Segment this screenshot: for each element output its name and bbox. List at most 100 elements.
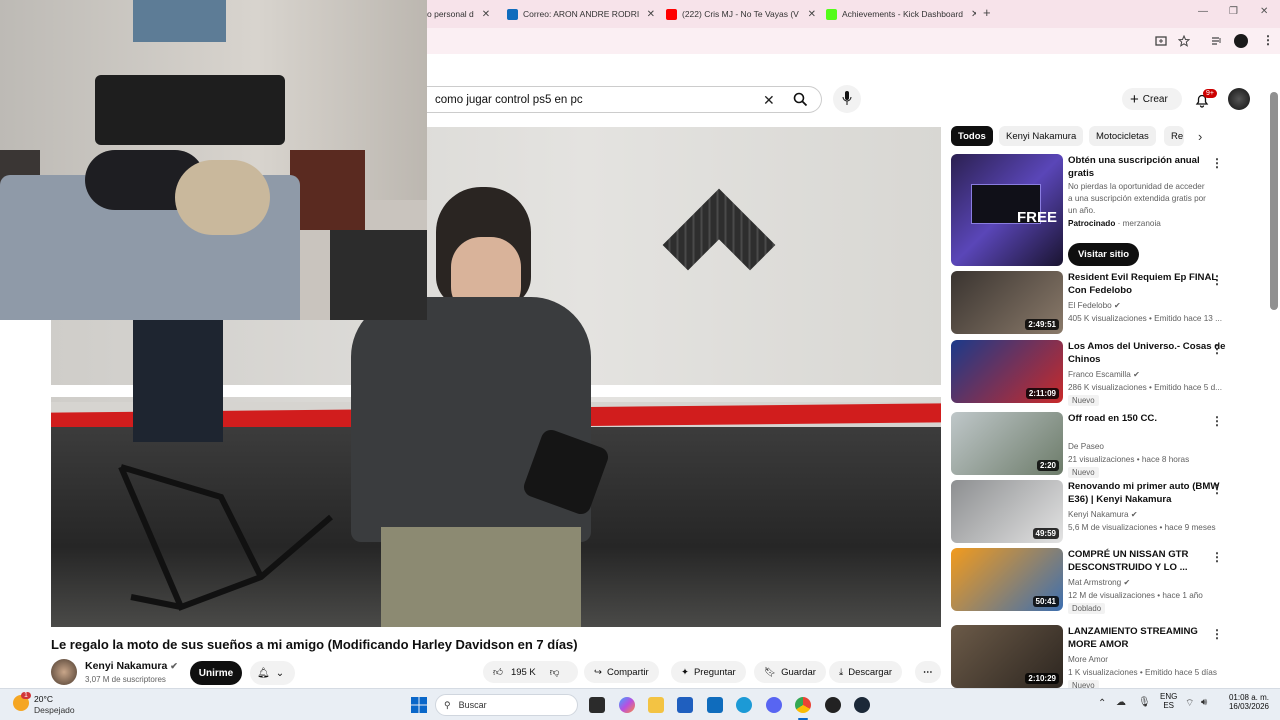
dislike-icon[interactable]: 👎︎ [550, 666, 560, 678]
more-options-icon[interactable]: ⋮ [1211, 273, 1223, 287]
channel-name[interactable]: Kenyi Nakamura ✔ [85, 660, 178, 672]
maximize-button[interactable]: ❐ [1229, 6, 1238, 17]
account-avatar[interactable] [1228, 88, 1250, 110]
task-view-icon[interactable] [589, 697, 605, 713]
close-window-button[interactable]: ✕ [1260, 6, 1268, 17]
close-tab-icon[interactable]: ✕ [647, 9, 655, 20]
more-options-icon[interactable]: ⋮ [1211, 550, 1223, 564]
channel-text[interactable]: El Fedelobo [1068, 301, 1112, 310]
new-tab-button[interactable]: + [983, 5, 991, 20]
chip-all[interactable]: Todos [951, 126, 993, 146]
video-thumbnail[interactable]: 2:20 [951, 412, 1063, 475]
search-icon[interactable] [793, 92, 808, 107]
channel-text[interactable]: Franco Escamilla [1068, 370, 1131, 379]
mic-tray-icon[interactable]: 🎙︎ [1138, 697, 1151, 708]
video-card-channel[interactable]: More Amor [1068, 653, 1238, 666]
weather-desc[interactable]: Despejado [34, 705, 75, 715]
browser-menu-icon[interactable]: ⋮ [1262, 33, 1274, 47]
channel-text[interactable]: Mat Armstrong [1068, 578, 1121, 587]
video-card-channel[interactable]: Franco Escamilla ✔ [1068, 368, 1238, 381]
tray-chevron-icon[interactable]: ⌃ [1098, 698, 1106, 709]
video-card-title[interactable]: Resident Evil Requiem Ep FINAL Con Fedel… [1068, 271, 1228, 297]
search-input[interactable]: como jugar control ps5 en pc ✕ [427, 86, 822, 113]
create-button[interactable]: + Crear [1122, 88, 1182, 110]
browser-tab-3[interactable]: (222) Cris MJ - No Te Vayas (V ✕ [666, 4, 816, 24]
browser-tab-1[interactable]: o personal d ✕ [427, 4, 497, 24]
more-options-icon[interactable]: ⋮ [1211, 414, 1223, 428]
language-indicator[interactable]: ENG ES [1160, 692, 1177, 710]
chip-partial[interactable]: Re [1164, 126, 1184, 146]
taskbar-search[interactable]: ⚲ Buscar [435, 694, 578, 716]
join-button[interactable]: Unirme [190, 661, 242, 685]
media-controls-icon[interactable] [1211, 35, 1223, 47]
chip-kenyi[interactable]: Kenyi Nakamura [999, 126, 1084, 146]
minimize-button[interactable]: — [1198, 6, 1208, 17]
video-card-title[interactable]: LANZAMIENTO STREAMING MORE AMOR [1068, 625, 1228, 651]
channel-text[interactable]: More Amor [1068, 655, 1108, 664]
close-tab-icon[interactable]: ✕ [482, 9, 490, 20]
video-card-title[interactable]: Renovando mi primer auto (BMW E36) | Ken… [1068, 480, 1228, 506]
video-card-channel[interactable]: Kenyi Nakamura ✔ [1068, 508, 1238, 521]
weather-temp[interactable]: 20°C [34, 694, 53, 704]
video-thumbnail[interactable]: 2:10:29 [951, 625, 1063, 688]
video-thumbnail[interactable]: 49:59 [951, 480, 1063, 543]
edge-icon[interactable] [736, 697, 752, 713]
close-tab-icon[interactable]: ✕ [971, 9, 976, 20]
bookmark-star-icon[interactable] [1178, 35, 1190, 47]
share-button[interactable]: ↪ Compartir [584, 661, 659, 683]
recommended-video-card[interactable]: 2:11:09 Los Amos del Universo.- Cosas de … [951, 340, 1241, 406]
recommended-video-card[interactable]: 2:20 Off road en 150 CC. De Paseo 21 visual… [951, 412, 1241, 478]
video-card-title[interactable]: COMPRÉ UN NISSAN GTR DESCONSTRUIDO Y LO … [1068, 548, 1228, 574]
clock[interactable]: 01:08 a. m. 16/03/2026 [1227, 693, 1269, 711]
clear-search-icon[interactable]: ✕ [763, 92, 775, 109]
ask-button[interactable]: ✦ Preguntar [671, 661, 746, 683]
more-options-icon[interactable]: ⋮ [1211, 342, 1223, 356]
recommended-video-card[interactable]: 49:59 Renovando mi primer auto (BMW E36) … [951, 480, 1241, 543]
browser-tab-2[interactable]: Correo: ARON ANDRE RODRIGU ✕ [507, 4, 655, 24]
page-scrollbar[interactable] [1270, 92, 1278, 310]
more-options-icon[interactable]: ⋮ [1211, 156, 1223, 170]
channel-text[interactable]: Kenyi Nakamura [1068, 510, 1129, 519]
chrome-icon[interactable] [795, 697, 811, 713]
video-card-channel[interactable]: De Paseo [1068, 440, 1238, 453]
video-thumbnail[interactable]: 50:41 [951, 548, 1063, 611]
outlook-icon[interactable] [707, 697, 723, 713]
calculator-icon[interactable] [677, 697, 693, 713]
video-card-title[interactable]: Off road en 150 CC. [1068, 412, 1228, 425]
more-options-icon[interactable]: ⋮ [1211, 482, 1223, 496]
channel-text[interactable]: De Paseo [1068, 442, 1104, 451]
discord-icon[interactable] [766, 697, 782, 713]
video-thumbnail[interactable]: 2:11:09 [951, 340, 1063, 403]
install-app-icon[interactable] [1155, 35, 1167, 47]
like-icon[interactable]: 👍︎ [493, 666, 503, 678]
ad-thumbnail[interactable]: FREE [951, 154, 1063, 266]
file-explorer-icon[interactable] [648, 697, 664, 713]
video-card-title[interactable]: Los Amos del Universo.- Cosas de Chinos [1068, 340, 1228, 366]
ad-title[interactable]: Obtén una suscripción anual gratis [1068, 154, 1228, 180]
volume-icon[interactable]: 🔊︎ [1201, 697, 1207, 708]
recommended-video-card[interactable]: 50:41 COMPRÉ UN NISSAN GTR DESCONSTRUIDO … [951, 548, 1241, 614]
profile-avatar-icon[interactable] [1234, 34, 1248, 48]
video-card-channel[interactable]: Mat Armstrong ✔ [1068, 576, 1238, 589]
obs-icon[interactable] [825, 697, 841, 713]
close-tab-icon[interactable]: ✕ [808, 9, 816, 20]
steam-icon[interactable] [854, 697, 870, 713]
visit-site-button[interactable]: Visitar sitio [1068, 243, 1140, 266]
video-thumbnail[interactable]: 2:49:51 [951, 271, 1063, 334]
like-count[interactable]: 195 K [511, 667, 536, 678]
browser-tab-4[interactable]: Achievements - Kick Dashboard ✕ [826, 4, 976, 24]
recommended-video-card[interactable]: 2:49:51 Resident Evil Requiem Ep FINAL Co… [951, 271, 1241, 334]
wifi-icon[interactable]: ⌔ [1185, 697, 1194, 710]
save-button[interactable]: 🔖︎ Guardar [754, 661, 826, 683]
channel-name-text[interactable]: Kenyi Nakamura [85, 660, 167, 672]
onedrive-icon[interactable]: ☁ [1116, 697, 1126, 708]
chip-motorcycles[interactable]: Motocicletas [1089, 126, 1156, 146]
recommended-video-card[interactable]: 2:10:29 LANZAMIENTO STREAMING MORE AMOR Mo… [951, 625, 1241, 691]
chevron-right-icon[interactable]: › [1198, 129, 1202, 144]
channel-avatar[interactable] [51, 659, 77, 685]
search-query[interactable]: como jugar control ps5 en pc [435, 94, 583, 106]
more-actions-button[interactable]: ⋯ [915, 661, 941, 683]
download-button[interactable]: ⤓ Descargar [829, 661, 903, 683]
voice-search-button[interactable] [833, 85, 861, 113]
copilot-icon[interactable] [619, 697, 635, 713]
